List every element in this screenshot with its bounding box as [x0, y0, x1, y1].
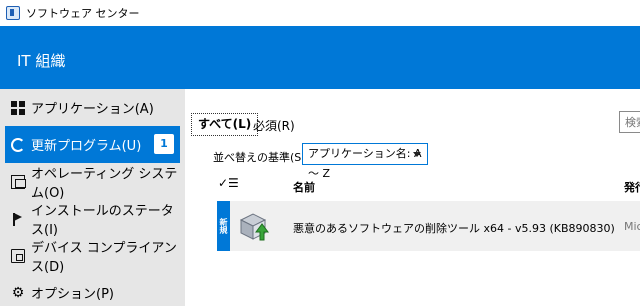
select-all-icon[interactable]: ✓☰ — [218, 176, 239, 190]
sidebar-item-applications[interactable]: アプリケーション(A) — [0, 89, 185, 126]
sidebar-item-label: デバイス コンプライアンス(D) — [31, 240, 177, 275]
sidebar-item-installation-status[interactable]: インストールのステータス(I) — [0, 200, 185, 238]
apps-icon — [11, 100, 25, 115]
sidebar-item-label: 更新プログラム(U) — [31, 139, 142, 154]
sidebar-item-label: インストールのステータス(I) — [31, 203, 174, 238]
new-badge: 新規 — [217, 201, 230, 251]
refresh-icon — [11, 137, 25, 152]
sort-dropdown[interactable]: アプリケーション名: A ～ Z — [302, 143, 428, 180]
update-package-icon — [239, 213, 269, 241]
sidebar-item-device-compliance[interactable]: デバイス コンプライアンス(D) — [0, 237, 185, 275]
sidebar-item-operating-systems[interactable]: オペレーティング システム(O) — [0, 163, 185, 201]
window-title: ソフトウェア センター — [26, 7, 140, 20]
sidebar-item-options[interactable]: ⚙ オプション(P) — [0, 274, 185, 306]
tab-required[interactable]: 必須(R) — [253, 117, 295, 134]
os-icon — [11, 174, 26, 189]
search-input[interactable] — [619, 111, 640, 133]
sidebar-item-updates[interactable]: 更新プログラム(U) 1 — [5, 126, 180, 163]
main-content: すべて(L) 必須(R) 並べ替えの基準(S): アプリケーション名: A ～ … — [185, 89, 640, 306]
chevron-down-icon — [413, 152, 421, 157]
updates-count-badge: 1 — [154, 134, 174, 154]
sidebar-item-label: オペレーティング システム(O) — [31, 166, 178, 201]
row-name: 悪意のあるソフトウェアの削除ツール x64 - v5.93 (KB890830) — [293, 222, 615, 235]
flag-icon — [11, 212, 25, 226]
org-name: IT 組織 — [17, 52, 66, 70]
sidebar-item-label: オプション(P) — [31, 287, 114, 302]
sort-value: アプリケーション名: A ～ Z — [308, 147, 422, 180]
device-icon — [11, 248, 25, 263]
software-center-icon — [6, 6, 20, 20]
org-header: IT 組織 — [0, 26, 640, 89]
row-publisher: Mic — [624, 220, 640, 233]
column-header-name[interactable]: 名前 — [293, 179, 315, 195]
column-header-publisher[interactable]: 発行 — [624, 179, 640, 195]
sort-label: 並べ替えの基準(S): — [213, 151, 310, 164]
tab-all[interactable]: すべて(L) — [191, 113, 259, 136]
sidebar: アプリケーション(A) 更新プログラム(U) 1 オペレーティング システム(O… — [0, 89, 185, 306]
gear-icon: ⚙ — [11, 284, 25, 301]
sidebar-item-label: アプリケーション(A) — [31, 102, 154, 117]
table-row[interactable]: 新規 悪意のあるソフトウェアの削除ツール x64 - v5.93 (KB8908… — [217, 201, 640, 251]
software-center-window: ソフトウェア センター IT 組織 アプリケーション(A) 更新プログラム(U)… — [0, 0, 640, 306]
title-bar: ソフトウェア センター — [0, 0, 640, 26]
